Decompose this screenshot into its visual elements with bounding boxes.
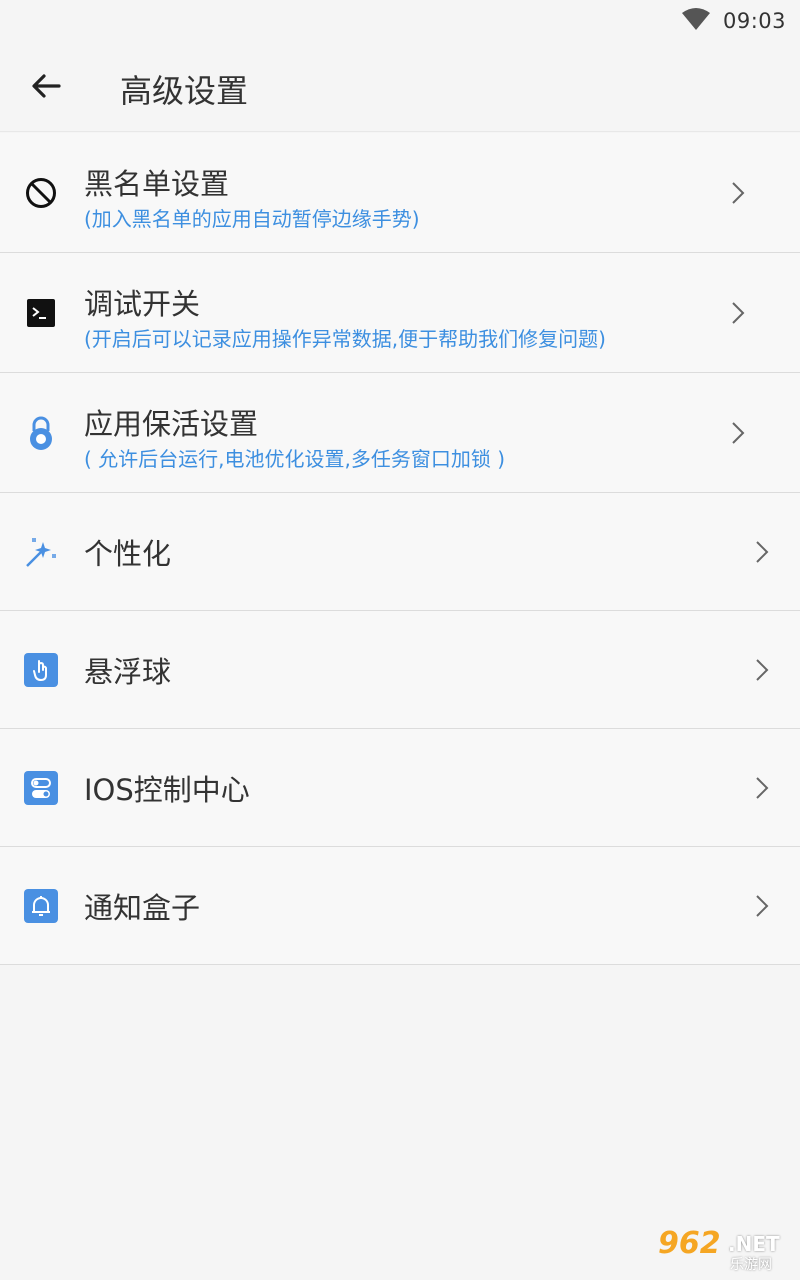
toolbar: 高级设置	[0, 44, 800, 132]
setting-item-title: 调试开关	[84, 287, 201, 321]
bell-icon	[23, 888, 59, 924]
chevron-right-icon	[728, 299, 748, 327]
setting-item-subtitle: (开启后可以记录应用操作异常数据,便于帮助我们修复问题)	[84, 327, 606, 351]
setting-item-subtitle: (加入黑名单的应用自动暂停边缘手势)	[84, 207, 420, 231]
touch-icon	[23, 652, 59, 688]
toggle-icon	[23, 770, 59, 806]
terminal-icon	[23, 295, 59, 331]
setting-item-title: 应用保活设置	[84, 407, 259, 441]
chevron-right-icon	[752, 656, 772, 684]
setting-item-title: 黑名单设置	[84, 167, 230, 201]
block-icon	[23, 175, 59, 211]
settings-list: 黑名单设置 (加入黑名单的应用自动暂停边缘手势) 调试开关 (开启后可以记录应用…	[0, 133, 800, 965]
arrow-left-icon	[31, 73, 61, 103]
back-button[interactable]	[18, 60, 74, 116]
status-right: 09:03	[681, 6, 786, 36]
setting-item-title: 悬浮球	[84, 654, 172, 689]
watermark-tld: .NET	[728, 1232, 780, 1256]
setting-item-blacklist[interactable]: 黑名单设置 (加入黑名单的应用自动暂停边缘手势)	[0, 133, 800, 253]
watermark-logo: 962 .NET 乐游网	[654, 1226, 792, 1274]
setting-item-subtitle: ( 允许后台运行,电池优化设置,多任务窗口加锁 )	[84, 447, 506, 471]
setting-item-title: 通知盒子	[84, 890, 201, 925]
setting-item-notification-box[interactable]: 通知盒子	[0, 847, 800, 965]
magic-wand-icon	[23, 534, 59, 570]
setting-item-personalize[interactable]: 个性化	[0, 493, 800, 611]
chevron-right-icon	[728, 179, 748, 207]
chevron-right-icon	[752, 892, 772, 920]
setting-item-keep-alive[interactable]: 应用保活设置 ( 允许后台运行,电池优化设置,多任务窗口加锁 )	[0, 373, 800, 493]
chevron-right-icon	[728, 419, 748, 447]
setting-item-title: IOS控制中心	[84, 772, 250, 807]
wifi-icon	[681, 7, 711, 35]
page-title: 高级设置	[120, 72, 249, 110]
watermark-sub: 乐游网	[730, 1257, 772, 1273]
status-time: 09:03	[722, 9, 786, 33]
status-bar: 09:03	[0, 0, 800, 44]
watermark-brand: 962	[658, 1226, 721, 1261]
chevron-right-icon	[752, 538, 772, 566]
setting-item-control-center[interactable]: IOS控制中心	[0, 729, 800, 847]
lock-icon	[23, 415, 59, 451]
setting-item-debug[interactable]: 调试开关 (开启后可以记录应用操作异常数据,便于帮助我们修复问题)	[0, 253, 800, 373]
setting-item-floating-ball[interactable]: 悬浮球	[0, 611, 800, 729]
chevron-right-icon	[752, 774, 772, 802]
setting-item-title: 个性化	[84, 536, 172, 571]
